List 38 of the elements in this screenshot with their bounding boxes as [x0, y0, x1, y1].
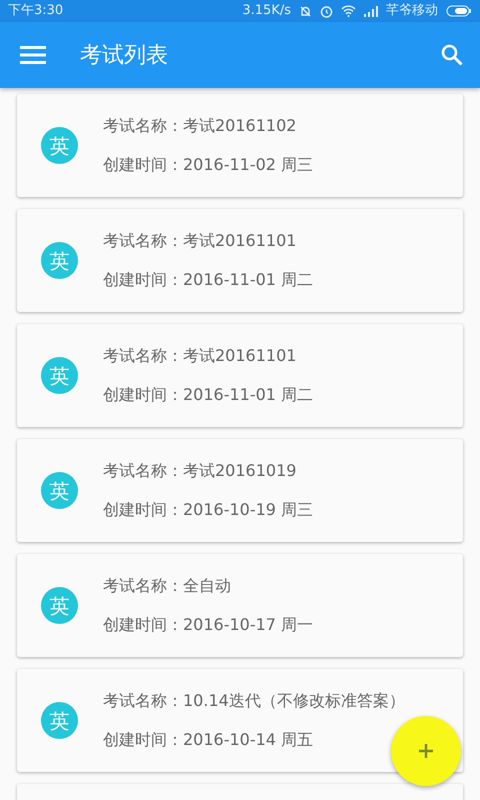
exam-card[interactable]: 英 考试名称：考试20161101 创建时间：2016-11-01 周二	[17, 209, 463, 312]
exam-name: 考试名称：考试20161101	[103, 230, 298, 252]
subject-avatar: 英	[41, 127, 78, 164]
menu-button[interactable]	[20, 45, 46, 65]
subject-avatar: 英	[41, 472, 78, 509]
plus-icon	[418, 743, 434, 759]
exam-date: 创建时间：2016-11-01 周二	[103, 269, 314, 291]
subject-avatar: 英	[41, 242, 78, 279]
subject-avatar: 英	[41, 587, 78, 624]
exam-date: 创建时间：2016-10-14 周五	[103, 729, 314, 751]
exam-date: 创建时间：2016-10-17 周一	[103, 614, 314, 636]
carrier-name: 芊爷移动	[386, 2, 438, 20]
exam-name: 考试名称：全自动	[103, 575, 232, 597]
status-time: 下午3:30	[8, 2, 64, 20]
exam-name: 考试名称：考试20161102	[103, 115, 298, 137]
exam-name: 考试名称：考试20161101	[103, 345, 298, 367]
notification-off-icon	[299, 4, 312, 18]
signal-icon	[364, 6, 378, 16]
exam-card[interactable]: 英 考试名称：考试20161101 创建时间：2016-11-01 周二	[17, 324, 463, 427]
search-button[interactable]	[440, 43, 464, 67]
subject-avatar: 英	[41, 702, 78, 739]
exam-date: 创建时间：2016-10-19 周三	[103, 499, 314, 521]
exam-card[interactable]: 英 考试名称：考试20161102 创建时间：2016-11-02 周三	[17, 94, 463, 197]
exam-name: 考试名称：10.14迭代（不修改标准答案）	[103, 690, 405, 712]
exam-date: 创建时间：2016-11-02 周三	[103, 154, 314, 176]
search-icon	[440, 43, 464, 67]
exam-card[interactable]: 英 考试名称：考试20161019 创建时间：2016-10-19 周三	[17, 439, 463, 542]
wifi-icon	[341, 5, 356, 17]
exam-name: 考试名称：考试20161019	[103, 460, 298, 482]
network-speed: 3.15K/s	[242, 2, 291, 20]
battery-icon	[446, 5, 472, 17]
subject-avatar: 英	[41, 357, 78, 394]
exam-date: 创建时间：2016-11-01 周二	[103, 384, 314, 406]
exam-card[interactable]: 英 考试名称：10.14迭代（不修改标准答案） 创建时间：2016-10-14 周五	[17, 669, 463, 772]
toolbar-title: 考试列表	[80, 42, 168, 70]
exam-card[interactable]: 英 考试名称：全自动 创建时间：2016-10-17 周一	[17, 554, 463, 657]
menu-icon	[20, 45, 46, 65]
alarm-icon	[320, 4, 333, 18]
